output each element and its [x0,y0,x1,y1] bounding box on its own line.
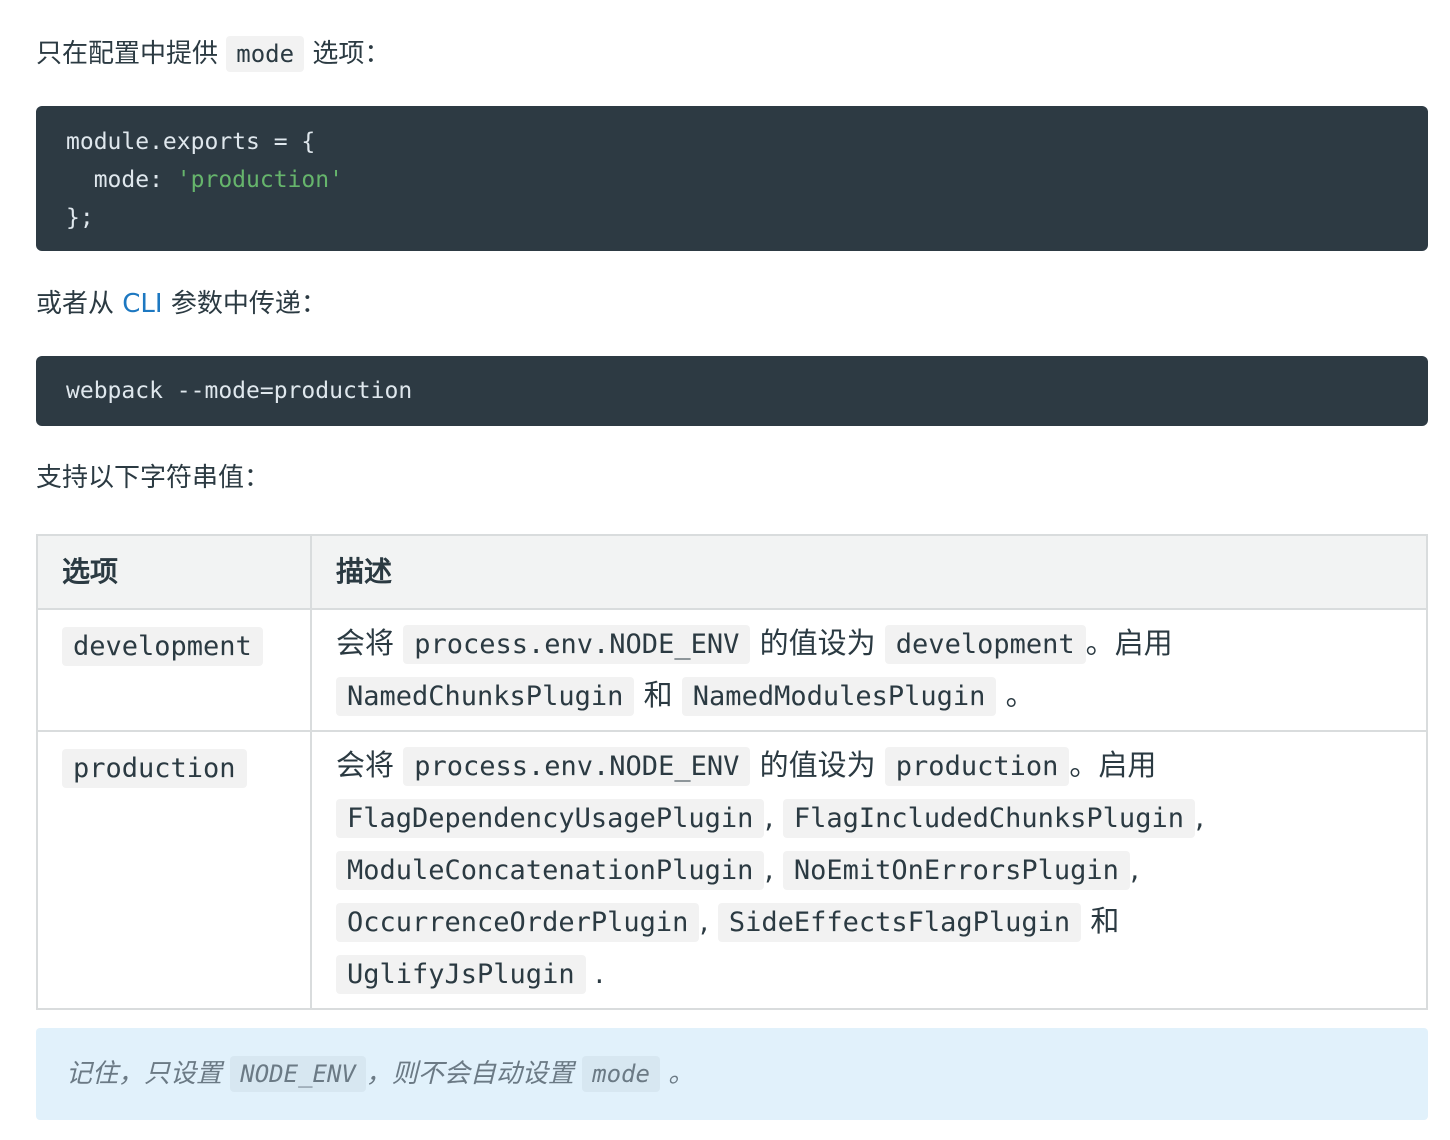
cli-link[interactable]: CLI [122,289,162,319]
mode-inline-code: mode [582,1056,660,1092]
intro-values-paragraph: 支持以下字符串值： [36,463,271,493]
description-development: 会将 process.env.NODE_ENV 的值设为 development… [310,608,1428,732]
table-row: development 会将 process.env.NODE_ENV 的值设为… [36,608,1428,732]
plugin-code: FlagIncludedChunksPlugin [782,799,1195,838]
desc-text: 和 [1090,904,1120,938]
code-closing: }; [66,205,94,231]
header-option: 选项 [36,534,312,610]
node-env-code: process.env.NODE_ENV [403,747,751,786]
option-development: development [62,627,263,666]
plugin-code: NamedChunksPlugin [336,677,635,716]
table-row: production 会将 process.env.NODE_ENV 的值设为 … [36,730,1428,1010]
desc-text: 。启用 [1069,748,1157,782]
note-text: 。 [668,1059,695,1089]
table-header-row: 选项 描述 [36,534,1428,610]
option-production: production [62,749,247,788]
mode-inline-code: mode [226,36,305,72]
separator: , [1129,852,1140,886]
intro-cli-paragraph: 或者从 CLI 参数中传递： [36,284,327,324]
intro-config-suffix: 选项： [312,39,391,69]
code-ident-module-exports: module.exports [66,129,260,155]
plugin-code: NamedModulesPlugin [681,677,997,716]
desc-text: 会将 [336,748,395,782]
intro-config-paragraph: 只在配置中提供 mode 选项： [36,34,390,74]
intro-cli-suffix: 参数中传递： [162,289,327,319]
plugin-code: OccurrenceOrderPlugin [336,903,700,942]
note-text: 记住，只设置 [66,1059,223,1089]
note-text: ，则不会自动设置 [365,1059,574,1089]
description-production: 会将 process.env.NODE_ENV 的值设为 production。… [310,730,1428,1010]
plugin-code: ModuleConcatenationPlugin [336,851,765,890]
plugin-code: FlagDependencyUsagePlugin [336,799,765,838]
desc-text: 。 [1005,678,1035,712]
header-description: 描述 [310,534,1428,610]
plugin-code: NoEmitOnErrorsPlugin [782,851,1130,890]
separator: , [764,852,774,886]
node-env-code: NODE_ENV [230,1056,366,1092]
desc-text: 的值设为 [759,626,876,660]
separator: , [699,904,709,938]
code-assign: = { [259,129,316,155]
mode-options-table: 选项 描述 development 会将 process.env.NODE_EN… [36,534,1428,1010]
desc-text: 。启用 [1085,626,1173,660]
separator: , [1194,800,1205,834]
code-mode-key: mode: [66,167,177,193]
intro-cli-text: 或者从 [36,289,123,319]
desc-text: 的值设为 [759,748,876,782]
development-code: development [884,625,1086,664]
desc-text: 会将 [336,626,395,660]
separator: , [764,800,774,834]
note-callout: 记住，只设置 NODE_ENV ，则不会自动设置 mode 。 [36,1028,1428,1120]
desc-text: . [594,956,605,990]
intro-config-text: 只在配置中提供 [36,39,219,69]
production-code: production [884,747,1070,786]
node-env-code: process.env.NODE_ENV [403,625,751,664]
cli-command: webpack --mode=production [66,378,413,404]
code-mode-value: 'production' [176,167,343,193]
plugin-code: SideEffectsFlagPlugin [717,903,1082,942]
desc-text: 和 [643,678,673,712]
cli-code-block[interactable]: webpack --mode=production [36,356,1428,426]
plugin-code: UglifyJsPlugin [336,955,586,994]
config-code-block[interactable]: module.exports = { mode: 'production' }; [36,106,1428,251]
